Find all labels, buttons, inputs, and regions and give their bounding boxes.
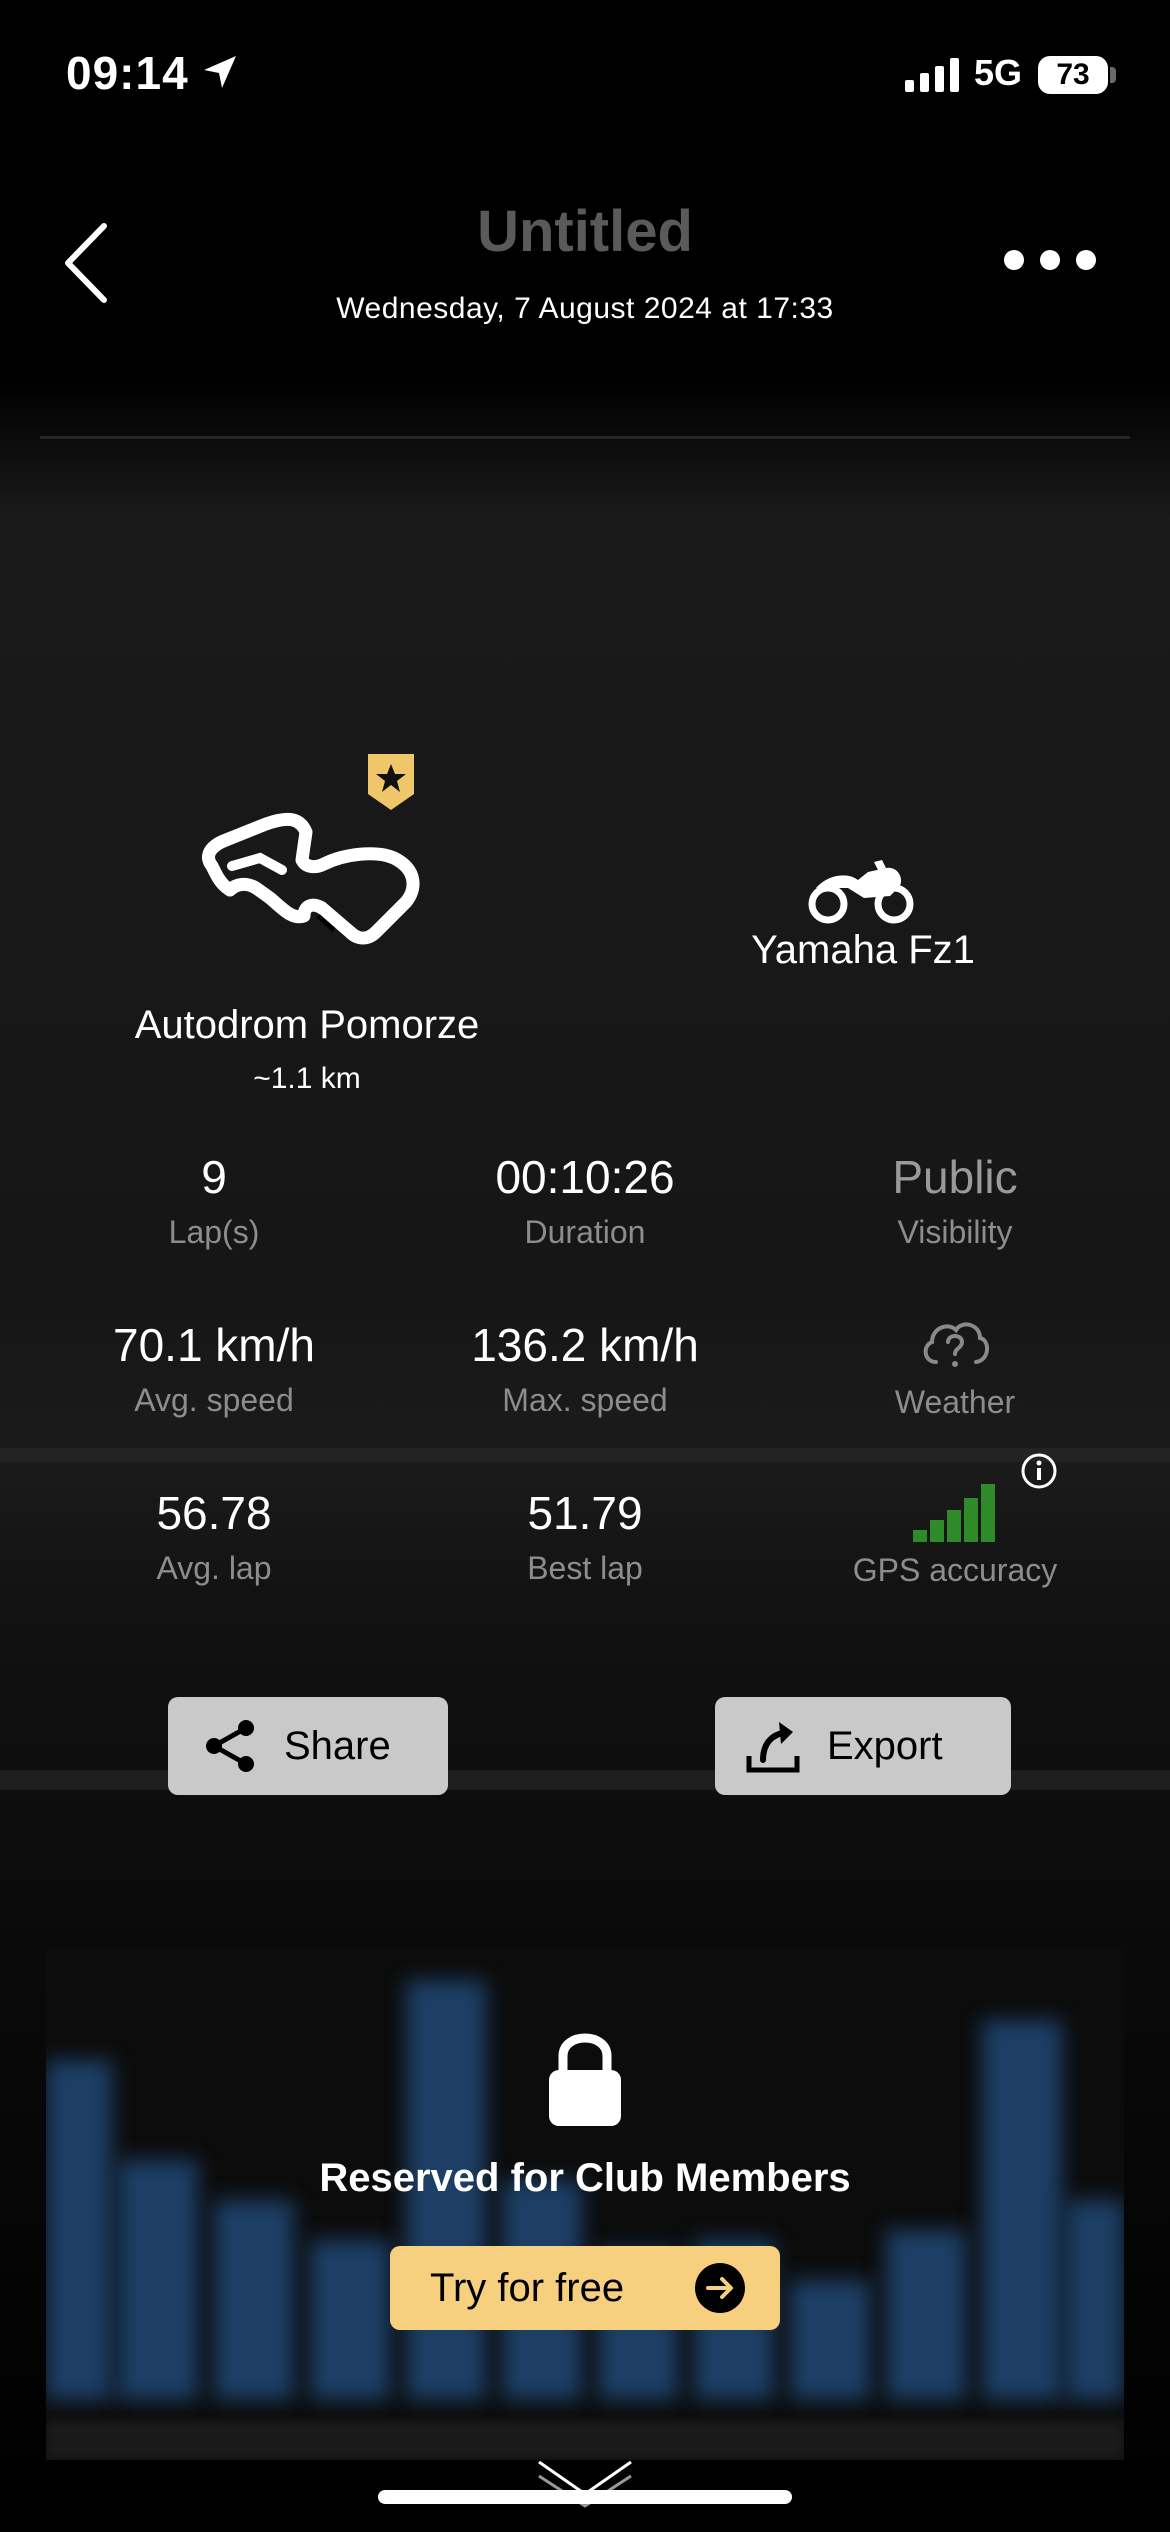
laps-value: 9 — [201, 1151, 227, 1203]
share-label: Share — [284, 1723, 391, 1768]
bike-name[interactable]: Yamaha Fz1 — [700, 928, 1026, 973]
visibility-value[interactable]: Public — [775, 1150, 1135, 1204]
stat-gps-accuracy[interactable]: GPS accuracy — [775, 1480, 1135, 1589]
blurred-bar — [46, 2060, 112, 2400]
share-icon — [206, 1720, 254, 1772]
avg-speed-value: 70.1 km/h — [113, 1319, 315, 1371]
try-for-free-label: Try for free — [430, 2265, 625, 2310]
stat-weather[interactable]: Weather — [775, 1312, 1135, 1421]
session-datetime: Wednesday, 7 August 2024 at 17:33 — [336, 292, 834, 325]
stat-laps: 9 Lap(s) — [34, 1150, 394, 1251]
blurred-bar — [214, 2200, 294, 2400]
weather-label: Weather — [894, 1384, 1016, 1420]
club-members-text: Reserved for Club Members — [319, 2156, 851, 2200]
best-lap-value: 51.79 — [527, 1487, 643, 1539]
status-bar: 09:14 5G 73 — [0, 0, 1170, 140]
status-time: 09:14 — [66, 47, 189, 99]
export-button[interactable]: Export — [715, 1697, 1011, 1795]
battery-tip — [1110, 67, 1116, 83]
battery-indicator: 73 — [1038, 56, 1108, 94]
blurred-bar — [982, 2020, 1062, 2400]
motorcycle-icon[interactable] — [808, 858, 914, 924]
blurred-bar — [310, 2240, 390, 2400]
share-button[interactable]: Share — [168, 1697, 448, 1795]
stat-best-lap: 51.79 Best lap — [405, 1486, 765, 1587]
track-name[interactable]: Autodrom Pomorze — [0, 1003, 614, 1048]
avg-speed-label: Avg. speed — [134, 1382, 294, 1418]
stat-visibility[interactable]: Public Visibility — [775, 1150, 1135, 1251]
info-icon[interactable] — [1020, 1452, 1058, 1490]
background-line — [40, 436, 1130, 439]
signal-bars-icon — [913, 1484, 995, 1542]
max-speed-value: 136.2 km/h — [471, 1319, 699, 1371]
duration-value: 00:10:26 — [495, 1151, 675, 1203]
blurred-bar — [1066, 2200, 1124, 2400]
export-icon — [746, 1722, 800, 1773]
try-for-free-button[interactable]: Try for free — [390, 2246, 780, 2330]
arrow-right-circle-icon — [695, 2263, 745, 2313]
avg-lap-label: Avg. lap — [156, 1550, 272, 1586]
laps-label: Lap(s) — [168, 1214, 260, 1250]
max-speed-label: Max. speed — [502, 1382, 668, 1418]
cellular-signal-icon — [905, 58, 959, 92]
background-streak — [0, 1448, 1170, 1462]
stat-duration: 00:10:26 Duration — [405, 1150, 765, 1251]
duration-label: Duration — [524, 1214, 646, 1250]
track-length: ~1.1 km — [253, 1062, 361, 1095]
track-map-icon[interactable] — [196, 806, 422, 952]
premium-star-badge-icon — [368, 754, 414, 810]
more-options-icon[interactable] — [1000, 245, 1100, 275]
stat-max-speed: 136.2 km/h Max. speed — [405, 1318, 765, 1419]
network-type: 5G — [974, 52, 1023, 93]
page-title[interactable]: Untitled — [0, 198, 1170, 265]
home-indicator[interactable] — [378, 2490, 792, 2504]
blurred-bar — [790, 2280, 870, 2400]
location-arrow-icon — [204, 56, 236, 88]
cloud-question-icon[interactable] — [918, 1312, 992, 1374]
blurred-bar — [886, 2230, 966, 2400]
stat-avg-speed: 70.1 km/h Avg. speed — [34, 1318, 394, 1419]
stat-avg-lap: 56.78 Avg. lap — [34, 1486, 394, 1587]
avg-lap-value: 56.78 — [156, 1487, 272, 1539]
gps-accuracy-label: GPS accuracy — [852, 1552, 1058, 1588]
lock-icon — [549, 2033, 621, 2126]
visibility-label: Visibility — [897, 1214, 1013, 1250]
export-label: Export — [827, 1723, 943, 1768]
best-lap-label: Best lap — [527, 1550, 643, 1586]
